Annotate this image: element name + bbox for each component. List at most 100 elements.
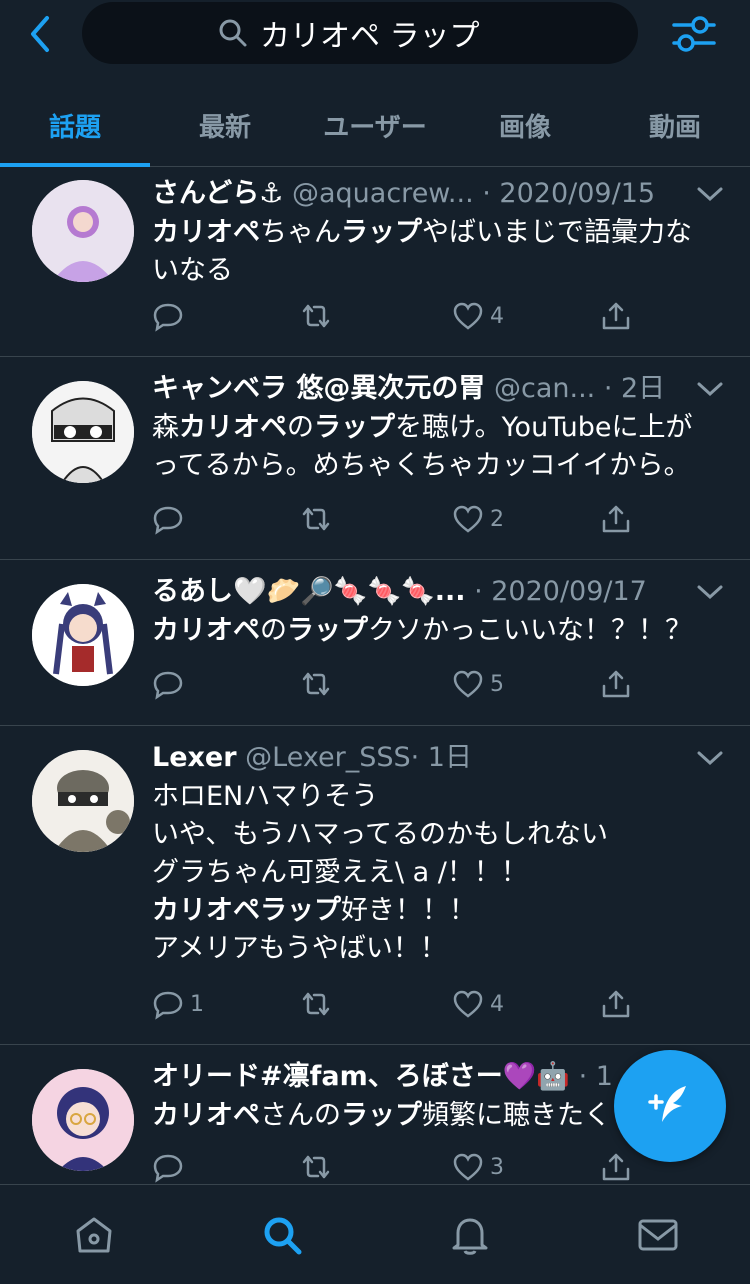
display-name[interactable]: さんどら⚓	[152, 178, 283, 209]
retweet-button[interactable]	[300, 668, 332, 700]
display-name[interactable]: るあし🤍🥟🔎🍬🍬🍬...	[152, 576, 465, 607]
tweet-actions: 5	[0, 668, 750, 708]
tweet[interactable]: Lexer @Lexer_SSS· 1日 ホロENハマりそう いや、もうハマってる…	[0, 726, 750, 1045]
share-button[interactable]	[600, 300, 632, 332]
timestamp[interactable]: · 2020/09/15	[482, 178, 655, 209]
share-icon	[602, 990, 630, 1018]
search-filter-button[interactable]	[670, 12, 718, 56]
chevron-down-icon[interactable]	[696, 582, 724, 602]
share-button[interactable]	[600, 503, 632, 535]
tweet-text-segment: グラちゃん可愛ええ\ a /！！！	[152, 857, 528, 888]
tweet-text-line: いなる	[152, 252, 724, 290]
reply-button[interactable]	[152, 1151, 190, 1183]
avatar[interactable]	[32, 381, 134, 483]
display-name[interactable]: キャンベラ 悠@異次元の胃	[152, 373, 485, 404]
like-icon	[453, 990, 483, 1018]
timestamp[interactable]: · 1日	[411, 742, 472, 773]
tweet-content: さんどら⚓ @aquacrew... · 2020/09/15 カリオペちゃんラ…	[152, 174, 724, 290]
avatar[interactable]	[32, 180, 134, 282]
reply-count: 1	[190, 991, 204, 1017]
handle[interactable]: @can...	[494, 373, 595, 404]
like-icon	[453, 505, 483, 533]
share-icon	[602, 670, 630, 698]
chevron-down-icon[interactable]	[696, 748, 724, 768]
timestamp[interactable]: · 2020/09/17	[474, 576, 647, 607]
search-input[interactable]	[258, 14, 502, 52]
timestamp[interactable]: · 2日	[604, 373, 665, 404]
like-button[interactable]: 4	[452, 988, 504, 1020]
tweet[interactable]: キャンベラ 悠@異次元の胃 @can... · 2日 森カリオペのラップを聴け。…	[0, 357, 750, 560]
bottom-navigation	[0, 1184, 750, 1284]
tab-videos[interactable]: 動画	[600, 84, 750, 166]
compose-tweet-button[interactable]	[614, 1050, 726, 1162]
tweet-text-line: いや、もうハマってるのかもしれない	[152, 816, 724, 854]
like-button[interactable]: 3	[452, 1151, 504, 1183]
display-name[interactable]: Lexer	[152, 742, 237, 773]
tweet-text-segment: の	[287, 412, 314, 443]
tweet-text-line: カリオペラップ好き！！！	[152, 892, 724, 930]
tweet-text-line: ホロENハマりそう	[152, 778, 724, 816]
tweet-actions: 1 4	[0, 988, 750, 1028]
reply-icon	[153, 506, 183, 535]
highlighted-keyword: カリオペ	[152, 1100, 260, 1131]
messages-icon[interactable]	[636, 1213, 680, 1257]
tweet-text-segment: を聴け。YouTubeに上が	[395, 412, 693, 443]
reply-icon	[153, 1154, 183, 1183]
like-icon	[453, 670, 483, 698]
highlighted-keyword: ラップ	[341, 217, 422, 248]
retweet-button[interactable]	[300, 1151, 332, 1183]
retweet-button[interactable]	[300, 988, 332, 1020]
tweet-actions: 4	[0, 300, 750, 340]
tweet-text: ホロENハマりそう いや、もうハマってるのかもしれない グラちゃん可愛ええ\ a /…	[152, 778, 724, 968]
search-bar[interactable]	[82, 2, 638, 64]
tweet[interactable]: るあし🤍🥟🔎🍬🍬🍬... · 2020/09/17 カリオペのラップクソかっこい…	[0, 560, 750, 726]
reply-button[interactable]	[152, 300, 190, 332]
tab-people[interactable]: ユーザー	[300, 84, 450, 166]
highlighted-keyword: ラップ	[341, 1100, 422, 1131]
reply-button[interactable]	[152, 668, 190, 700]
avatar[interactable]	[32, 750, 134, 852]
tweet-text-segment: いなる	[152, 255, 233, 286]
chevron-down-icon[interactable]	[696, 184, 724, 204]
home-icon[interactable]	[72, 1213, 116, 1257]
like-button[interactable]: 2	[452, 503, 504, 535]
tweet-text-segment: やばいまじで語彙力な	[422, 217, 692, 248]
tab-photos[interactable]: 画像	[450, 84, 600, 166]
timestamp[interactable]: · 1	[579, 1061, 613, 1092]
tab-top[interactable]: 話題	[0, 84, 150, 167]
retweet-icon	[302, 304, 330, 328]
search-nav-icon[interactable]	[260, 1213, 304, 1257]
tweet-text: 森カリオペのラップを聴け。YouTubeに上が ってるから。めちゃくちゃカッコイイ…	[152, 409, 724, 485]
tweet-text-segment: クソかっこいいな！？！？	[368, 615, 692, 646]
like-button[interactable]: 4	[452, 300, 504, 332]
filter-icon	[672, 16, 716, 52]
reply-button[interactable]: 1	[152, 988, 204, 1020]
tweet-content: るあし🤍🥟🔎🍬🍬🍬... · 2020/09/17 カリオペのラップクソかっこい…	[152, 572, 724, 650]
reply-button[interactable]	[152, 503, 190, 535]
tweet-text-segment: さんの	[260, 1100, 341, 1131]
share-button[interactable]	[600, 1151, 632, 1183]
tweet-content: キャンベラ 悠@異次元の胃 @can... · 2日 森カリオペのラップを聴け。…	[152, 369, 724, 485]
tweet[interactable]: さんどら⚓ @aquacrew... · 2020/09/15 カリオペちゃんラ…	[0, 166, 750, 357]
reply-icon	[153, 303, 183, 332]
highlighted-keyword: カリオペ	[152, 615, 260, 646]
tweet-text: カリオペちゃんラップやばいまじで語彙力な いなる	[152, 214, 724, 290]
retweet-button[interactable]	[300, 503, 332, 535]
handle[interactable]: @Lexer_SSS	[245, 742, 410, 773]
notifications-icon[interactable]	[448, 1213, 492, 1257]
retweet-button[interactable]	[300, 300, 332, 332]
share-button[interactable]	[600, 988, 632, 1020]
tab-latest[interactable]: 最新	[150, 84, 300, 166]
tweet-text-segment: ちゃん	[260, 217, 341, 248]
share-icon	[602, 302, 630, 330]
tweet-content: Lexer @Lexer_SSS· 1日 ホロENハマりそう いや、もうハマってる…	[152, 738, 724, 968]
back-button[interactable]	[22, 14, 58, 54]
tweet-text-segment: いや、もうハマってるのかもしれない	[152, 819, 609, 850]
tweet-text-segment: 森	[152, 412, 179, 443]
share-button[interactable]	[600, 668, 632, 700]
handle[interactable]: @aquacrew...	[292, 178, 474, 209]
like-button[interactable]: 5	[452, 668, 504, 700]
tweet-text-segment: ってるから。めちゃくちゃカッコイイから。	[152, 450, 691, 481]
display-name[interactable]: オリード#凛fam、ろぼさー💜🤖	[152, 1061, 570, 1092]
chevron-down-icon[interactable]	[696, 379, 724, 399]
